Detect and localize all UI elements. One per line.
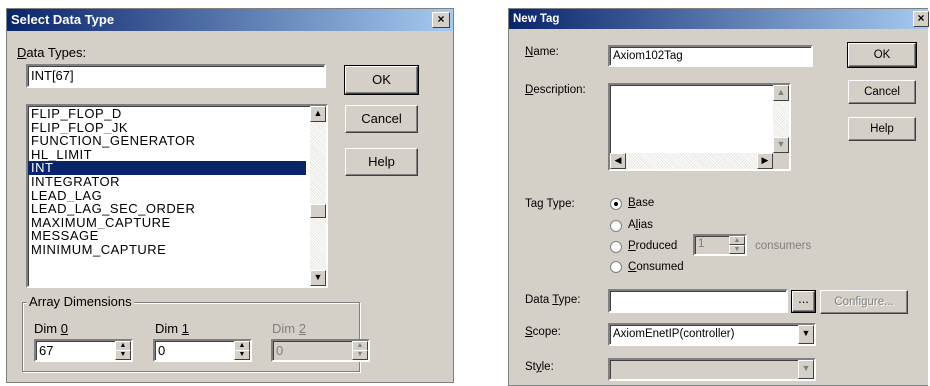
data-types-list: FLIP_FLOP_D FLIP_FLOP_JK FUNCTION_GENERATO… bbox=[26, 104, 328, 288]
data-type-input[interactable] bbox=[608, 289, 788, 313]
tag-type-label: Tag Type: bbox=[525, 198, 575, 210]
spin-down-icon: ▼ bbox=[729, 245, 745, 254]
tag-type-consumed-label: Consumed bbox=[628, 261, 684, 273]
new-tag-titlebar[interactable]: New Tag bbox=[509, 9, 928, 29]
dim0-label: Dim 0 bbox=[34, 321, 68, 336]
help-button[interactable]: Help bbox=[345, 148, 418, 176]
dim0-stepper[interactable]: 67 ▲ ▼ bbox=[34, 339, 133, 362]
dropdown-arrow-icon: ▼ bbox=[798, 360, 814, 379]
select-data-type-dialog: Select Data Type × Data Types: INT[67] O… bbox=[6, 8, 454, 383]
scroll-right-arrow-icon[interactable]: ▶ bbox=[757, 153, 773, 169]
list-item[interactable]: FUNCTION_GENERATOR bbox=[28, 134, 306, 148]
cancel-button[interactable]: Cancel bbox=[345, 105, 418, 133]
dropdown-arrow-icon[interactable]: ▼ bbox=[798, 325, 814, 344]
tag-type-alias-radio[interactable] bbox=[610, 220, 622, 232]
description-label: Description: bbox=[525, 84, 586, 96]
ok-button-label: OK bbox=[372, 72, 391, 87]
ok-button[interactable]: OK bbox=[344, 65, 419, 95]
list-item[interactable]: FLIP_FLOP_D bbox=[28, 107, 306, 121]
name-value: Axiom102Tag bbox=[613, 50, 683, 62]
browse-data-type-button[interactable]: ... bbox=[791, 290, 816, 313]
close-icon[interactable]: × bbox=[432, 12, 450, 28]
name-input[interactable]: Axiom102Tag bbox=[608, 45, 813, 67]
dialog-title: New Tag bbox=[513, 13, 560, 25]
configure-button-label: Configure... bbox=[834, 296, 894, 308]
consumers-label: consumers bbox=[755, 240, 812, 252]
configure-button: Configure... bbox=[820, 290, 908, 314]
scroll-thumb[interactable] bbox=[310, 204, 326, 218]
data-types-value: INT[67] bbox=[31, 68, 74, 83]
scroll-down-arrow-icon[interactable]: ▼ bbox=[310, 270, 326, 286]
dim1-stepper[interactable]: 0 ▲ ▼ bbox=[153, 339, 252, 362]
new-tag-dialog: New Tag × Name: Axiom102Tag OK Cancel He… bbox=[508, 8, 929, 386]
scope-select[interactable]: AxiomEnetIP(controller) ▼ bbox=[608, 323, 816, 346]
spin-down-icon: ▼ bbox=[352, 350, 368, 360]
tag-type-consumed-radio[interactable] bbox=[610, 261, 622, 273]
scope-label: Scope: bbox=[525, 326, 561, 338]
style-select: ▼ bbox=[608, 358, 816, 381]
help-button-label: Help bbox=[368, 154, 395, 169]
cancel-button-label: Cancel bbox=[864, 86, 900, 98]
data-types-label: Data Types: bbox=[17, 45, 87, 60]
tag-type-produced-label: Produced bbox=[628, 240, 678, 252]
close-icon[interactable]: × bbox=[913, 11, 929, 27]
select-data-type-titlebar[interactable]: Select Data Type bbox=[7, 9, 453, 31]
dim0-value: 67 bbox=[39, 343, 54, 358]
dim2-stepper: 0 ▲ ▼ bbox=[271, 339, 370, 362]
scroll-up-arrow-icon[interactable]: ▲ bbox=[310, 106, 326, 122]
spin-down-icon[interactable]: ▼ bbox=[115, 350, 131, 360]
list-item[interactable]: MINIMUM_CAPTURE bbox=[28, 243, 306, 257]
name-label: Name: bbox=[525, 46, 559, 58]
tag-type-base-radio[interactable] bbox=[610, 198, 622, 210]
dialog-title: Select Data Type bbox=[11, 12, 115, 27]
cancel-button-label: Cancel bbox=[361, 111, 402, 126]
consumers-stepper: 1 ▲ ▼ bbox=[693, 234, 747, 256]
spin-up-icon: ▲ bbox=[729, 236, 745, 245]
dim2-label: Dim 2 bbox=[272, 321, 306, 336]
list-scrollbar[interactable]: ▲ ▼ bbox=[310, 106, 326, 286]
array-dimensions-label: Array Dimensions bbox=[27, 294, 134, 309]
list-item[interactable]: INT bbox=[28, 161, 306, 175]
list-item[interactable]: FLIP_FLOP_JK bbox=[28, 121, 306, 135]
list-item[interactable]: INTEGRATOR bbox=[28, 175, 306, 189]
scroll-up-arrow-icon[interactable]: ▲ bbox=[773, 85, 789, 101]
tag-type-alias-label: Alias bbox=[628, 219, 653, 231]
scroll-left-arrow-icon[interactable]: ◀ bbox=[610, 153, 626, 169]
scroll-corner bbox=[773, 153, 789, 169]
list-item[interactable]: LEAD_LAG_SEC_ORDER bbox=[28, 202, 306, 216]
scroll-down-arrow-icon[interactable]: ▼ bbox=[773, 137, 789, 153]
ok-button-label: OK bbox=[873, 49, 891, 61]
list-item[interactable]: LEAD_LAG bbox=[28, 189, 306, 203]
list-item[interactable]: HL_LIMIT bbox=[28, 148, 306, 162]
description-hscrollbar[interactable]: ◀ ▶ bbox=[610, 153, 773, 169]
scope-value: AxiomEnetIP(controller) bbox=[613, 328, 735, 340]
dim1-value: 0 bbox=[158, 343, 166, 358]
tag-type-base-label: Base bbox=[628, 197, 655, 209]
dim1-label: Dim 1 bbox=[155, 321, 189, 336]
spin-down-icon[interactable]: ▼ bbox=[234, 350, 250, 360]
browse-button-label: ... bbox=[798, 291, 809, 306]
help-button-label: Help bbox=[870, 123, 894, 135]
tag-type-produced-radio[interactable] bbox=[610, 241, 622, 253]
description-vscrollbar[interactable]: ▲ ▼ bbox=[773, 85, 789, 153]
data-type-label: Data Type: bbox=[525, 294, 581, 306]
list-item[interactable]: MAXIMUM_CAPTURE bbox=[28, 216, 306, 230]
help-button[interactable]: Help bbox=[848, 117, 916, 141]
ok-button[interactable]: OK bbox=[847, 42, 917, 68]
data-types-list-items: FLIP_FLOP_D FLIP_FLOP_JK FUNCTION_GENERATO… bbox=[28, 107, 306, 257]
cancel-button[interactable]: Cancel bbox=[848, 80, 916, 104]
description-textarea[interactable]: ▲ ▼ ◀ ▶ bbox=[608, 83, 791, 171]
style-label: Style: bbox=[525, 361, 554, 373]
list-item[interactable]: MESSAGE bbox=[28, 229, 306, 243]
data-types-input[interactable]: INT[67] bbox=[26, 64, 326, 88]
consumers-value: 1 bbox=[698, 238, 705, 250]
dim2-value: 0 bbox=[276, 343, 284, 358]
